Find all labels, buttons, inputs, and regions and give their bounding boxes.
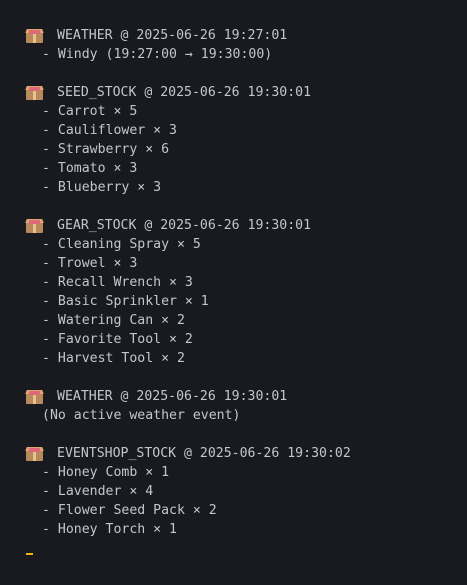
log-line: - Favorite Tool × 2 xyxy=(42,332,193,347)
log-block-header: EVENTSHOP_STOCK @ 2025-06-26 19:30:02 xyxy=(25,444,467,463)
log-block-header: SEED_STOCK @ 2025-06-26 19:30:01 xyxy=(25,83,467,102)
log-block: WEATHER @ 2025-06-26 19:30:01 (No active … xyxy=(25,387,467,425)
log-block: EVENTSHOP_STOCK @ 2025-06-26 19:30:02 - H… xyxy=(25,444,467,539)
log-block: WEATHER @ 2025-06-26 19:27:01 - Windy (19… xyxy=(25,26,467,64)
terminal-cursor xyxy=(26,553,33,555)
log-block-title: EVENTSHOP_STOCK @ 2025-06-26 19:30:02 xyxy=(57,446,351,461)
log-block-header: WEATHER @ 2025-06-26 19:27:01 xyxy=(25,26,467,45)
log-block-header: WEATHER @ 2025-06-26 19:30:01 xyxy=(25,387,467,406)
terminal-output[interactable]: WEATHER @ 2025-06-26 19:27:01 - Windy (19… xyxy=(0,0,467,585)
log-block-title: WEATHER @ 2025-06-26 19:27:01 xyxy=(57,28,288,43)
log-line: - Trowel × 3 xyxy=(42,256,138,271)
package-icon xyxy=(25,446,44,461)
log-line: - Recall Wrench × 3 xyxy=(42,275,193,290)
log-block-title: GEAR_STOCK @ 2025-06-26 19:30:01 xyxy=(57,218,312,233)
log-block: SEED_STOCK @ 2025-06-26 19:30:01 - Carrot… xyxy=(25,83,467,197)
package-icon xyxy=(25,85,44,100)
log-block-title: SEED_STOCK @ 2025-06-26 19:30:01 xyxy=(57,85,312,100)
log-line: - Blueberry × 3 xyxy=(42,180,162,195)
log-block-header: GEAR_STOCK @ 2025-06-26 19:30:01 xyxy=(25,216,467,235)
log-line: - Windy (19:27:00 → 19:30:00) xyxy=(42,47,273,62)
package-icon xyxy=(25,389,44,404)
log-block-title: WEATHER @ 2025-06-26 19:30:01 xyxy=(57,389,288,404)
log-line: - Honey Torch × 1 xyxy=(42,522,177,537)
package-icon xyxy=(25,28,44,43)
package-icon xyxy=(25,218,44,233)
log-line: - Watering Can × 2 xyxy=(42,313,185,328)
log-line: (No active weather event) xyxy=(42,408,241,423)
log-line: - Tomato × 3 xyxy=(42,161,138,176)
log-line: - Cleaning Spray × 5 xyxy=(42,237,201,252)
log-line: - Strawberry × 6 xyxy=(42,142,170,157)
log-line: - Honey Comb × 1 xyxy=(42,465,170,480)
log-block: GEAR_STOCK @ 2025-06-26 19:30:01 - Cleani… xyxy=(25,216,467,368)
log-line: - Basic Sprinkler × 1 xyxy=(42,294,209,309)
log-line: - Harvest Tool × 2 xyxy=(42,351,185,366)
log-line: - Lavender × 4 xyxy=(42,484,154,499)
log-line: - Cauliflower × 3 xyxy=(42,123,177,138)
log-line: - Flower Seed Pack × 2 xyxy=(42,503,217,518)
log-line: - Carrot × 5 xyxy=(42,104,138,119)
